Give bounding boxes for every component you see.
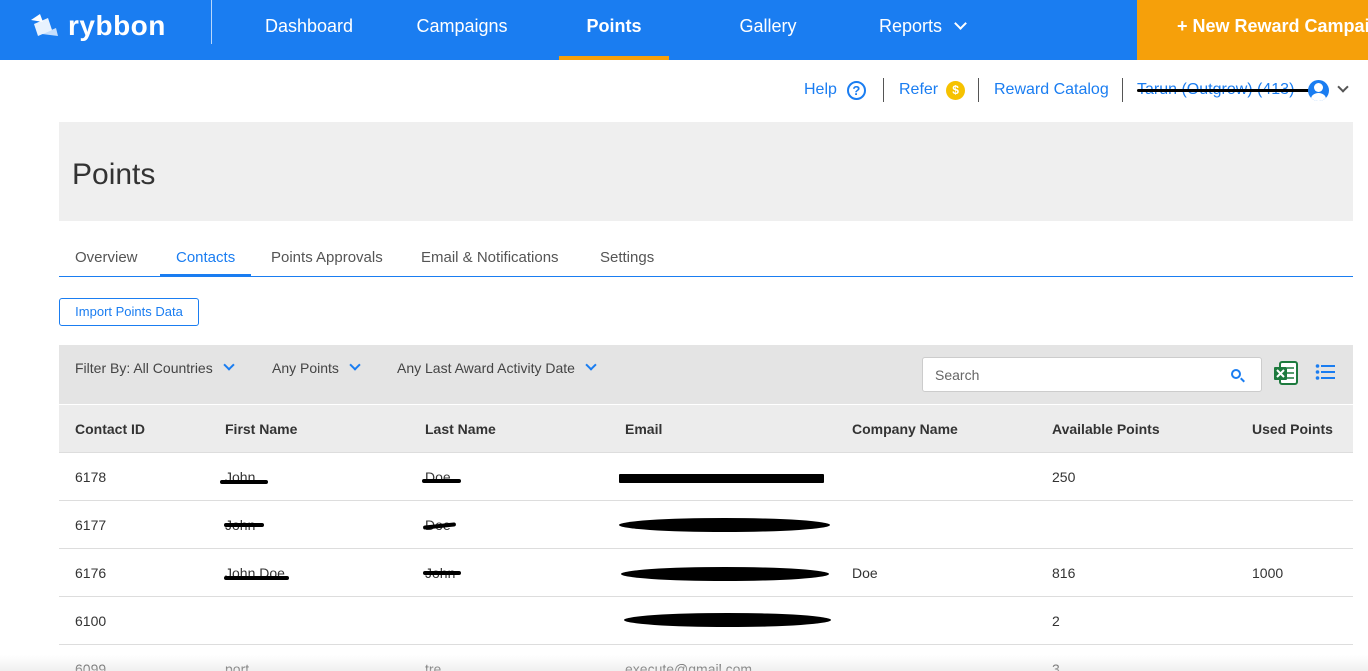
search-box bbox=[922, 357, 1262, 392]
tab-contacts[interactable]: Contacts bbox=[160, 249, 252, 277]
chevron-down-icon bbox=[349, 359, 361, 371]
filter-bar: Filter By: All Countries Any Points Any … bbox=[59, 345, 1353, 404]
table-header: Contact ID First Name Last Name Email Co… bbox=[59, 405, 1353, 453]
activity-date-filter-label: Any Last Award Activity Date bbox=[397, 360, 575, 376]
table-row[interactable]: 6177 John Doe bbox=[59, 501, 1353, 549]
nav-points[interactable]: Points bbox=[559, 0, 669, 52]
utility-divider bbox=[883, 78, 884, 102]
user-menu[interactable]: Tarun (Outgrow) (413) bbox=[1137, 78, 1350, 102]
column-first-name[interactable]: First Name bbox=[225, 405, 297, 453]
cell-contact-id: 6176 bbox=[75, 565, 107, 581]
page-title: Points bbox=[72, 158, 156, 191]
search-input[interactable] bbox=[923, 358, 1213, 391]
activity-date-filter[interactable]: Any Last Award Activity Date bbox=[397, 359, 597, 376]
tab-email-notifications[interactable]: Email & Notifications bbox=[405, 249, 575, 277]
chevron-down-icon bbox=[1337, 81, 1350, 93]
cell-available-points: 3 bbox=[1052, 661, 1060, 671]
column-contact-id[interactable]: Contact ID bbox=[75, 405, 145, 453]
redaction-mark bbox=[224, 576, 289, 580]
brand-logo[interactable]: rybbon bbox=[28, 6, 166, 46]
redaction-mark bbox=[621, 567, 829, 581]
nav-dashboard[interactable]: Dashboard bbox=[246, 0, 372, 52]
nav-active-indicator bbox=[559, 56, 669, 60]
tab-points-approvals[interactable]: Points Approvals bbox=[255, 249, 399, 277]
redaction-mark bbox=[1137, 89, 1325, 92]
rybbon-logo-icon bbox=[31, 14, 58, 36]
help-link[interactable]: Help ? bbox=[804, 78, 866, 102]
chevron-down-icon bbox=[585, 359, 597, 371]
table-row[interactable]: 6099 port tre execute@gmail.com 3 bbox=[59, 645, 1353, 671]
search-icon[interactable] bbox=[1231, 369, 1241, 379]
excel-icon[interactable] bbox=[1273, 360, 1299, 386]
list-icon[interactable] bbox=[1315, 363, 1335, 383]
refer-link[interactable]: Refer $ bbox=[899, 78, 966, 102]
coin-icon: $ bbox=[946, 80, 966, 100]
column-available-points[interactable]: Available Points bbox=[1052, 405, 1160, 453]
cell-first-name: port bbox=[225, 661, 250, 671]
country-filter[interactable]: Filter By: All Countries bbox=[75, 359, 235, 376]
cell-contact-id: 6178 bbox=[75, 469, 107, 485]
user-name: Tarun (Outgrow) (413) bbox=[1137, 78, 1325, 102]
nav-gallery[interactable]: Gallery bbox=[718, 0, 818, 52]
cell-available-points: 816 bbox=[1052, 565, 1076, 581]
brand-name: rybbon bbox=[68, 10, 166, 41]
utility-divider bbox=[978, 78, 979, 102]
chevron-down-icon bbox=[223, 359, 235, 371]
cell-company-name: Doe bbox=[852, 565, 878, 581]
points-filter-label: Any Points bbox=[272, 360, 339, 376]
nav-reports[interactable]: Reports bbox=[862, 0, 982, 52]
redaction-mark bbox=[619, 474, 824, 483]
nav-campaigns[interactable]: Campaigns bbox=[398, 0, 526, 52]
redaction-mark bbox=[220, 480, 268, 484]
table-row[interactable]: 6178 John Doe 250 bbox=[59, 453, 1353, 501]
nav-divider bbox=[211, 0, 212, 44]
page-header: Points bbox=[59, 122, 1353, 221]
help-label: Help bbox=[804, 81, 837, 98]
utility-divider bbox=[1122, 78, 1123, 102]
cell-email: execute@gmail.com bbox=[625, 661, 753, 671]
refer-label: Refer bbox=[899, 81, 939, 98]
tabs-underline bbox=[59, 276, 1353, 277]
points-filter[interactable]: Any Points bbox=[272, 359, 361, 376]
new-reward-campaign-button[interactable]: + New Reward Campaign bbox=[1137, 0, 1368, 60]
cell-first-name: John Doe bbox=[225, 565, 285, 581]
user-icon bbox=[1308, 79, 1330, 101]
column-last-name[interactable]: Last Name bbox=[425, 405, 496, 453]
redaction-mark bbox=[624, 613, 831, 627]
cell-contact-id: 6177 bbox=[75, 517, 107, 533]
nav-reports-label: Reports bbox=[878, 16, 943, 36]
tab-settings[interactable]: Settings bbox=[584, 249, 670, 277]
reward-catalog-link[interactable]: Reward Catalog bbox=[994, 78, 1109, 102]
column-email[interactable]: Email bbox=[625, 405, 662, 453]
cell-first-name: John bbox=[225, 469, 256, 485]
column-company-name[interactable]: Company Name bbox=[852, 405, 958, 453]
chevron-down-icon bbox=[954, 17, 967, 30]
top-navbar: rybbon Dashboard Campaigns Points Galler… bbox=[0, 0, 1368, 60]
cell-available-points: 2 bbox=[1052, 613, 1060, 629]
import-points-data-button[interactable]: Import Points Data bbox=[59, 298, 199, 326]
column-used-points[interactable]: Used Points bbox=[1252, 405, 1333, 453]
cell-contact-id: 6099 bbox=[75, 661, 107, 671]
cell-last-name: Doe bbox=[425, 469, 451, 485]
country-filter-label: Filter By: All Countries bbox=[75, 360, 213, 376]
tab-overview[interactable]: Overview bbox=[59, 249, 154, 277]
cell-contact-id: 6100 bbox=[75, 613, 107, 629]
redaction-mark bbox=[422, 479, 461, 483]
table-row[interactable]: 6100 2 bbox=[59, 597, 1353, 645]
cell-available-points: 250 bbox=[1052, 469, 1076, 485]
redaction-mark bbox=[423, 571, 461, 575]
contacts-table: Contact ID First Name Last Name Email Co… bbox=[59, 405, 1353, 671]
cell-last-name: tre bbox=[425, 661, 442, 671]
cell-used-points: 1000 bbox=[1252, 565, 1284, 581]
redaction-mark bbox=[619, 518, 830, 532]
redaction-mark bbox=[224, 523, 264, 527]
help-icon: ? bbox=[846, 80, 866, 100]
table-row[interactable]: 6176 John Doe John Doe 816 1000 bbox=[59, 549, 1353, 597]
